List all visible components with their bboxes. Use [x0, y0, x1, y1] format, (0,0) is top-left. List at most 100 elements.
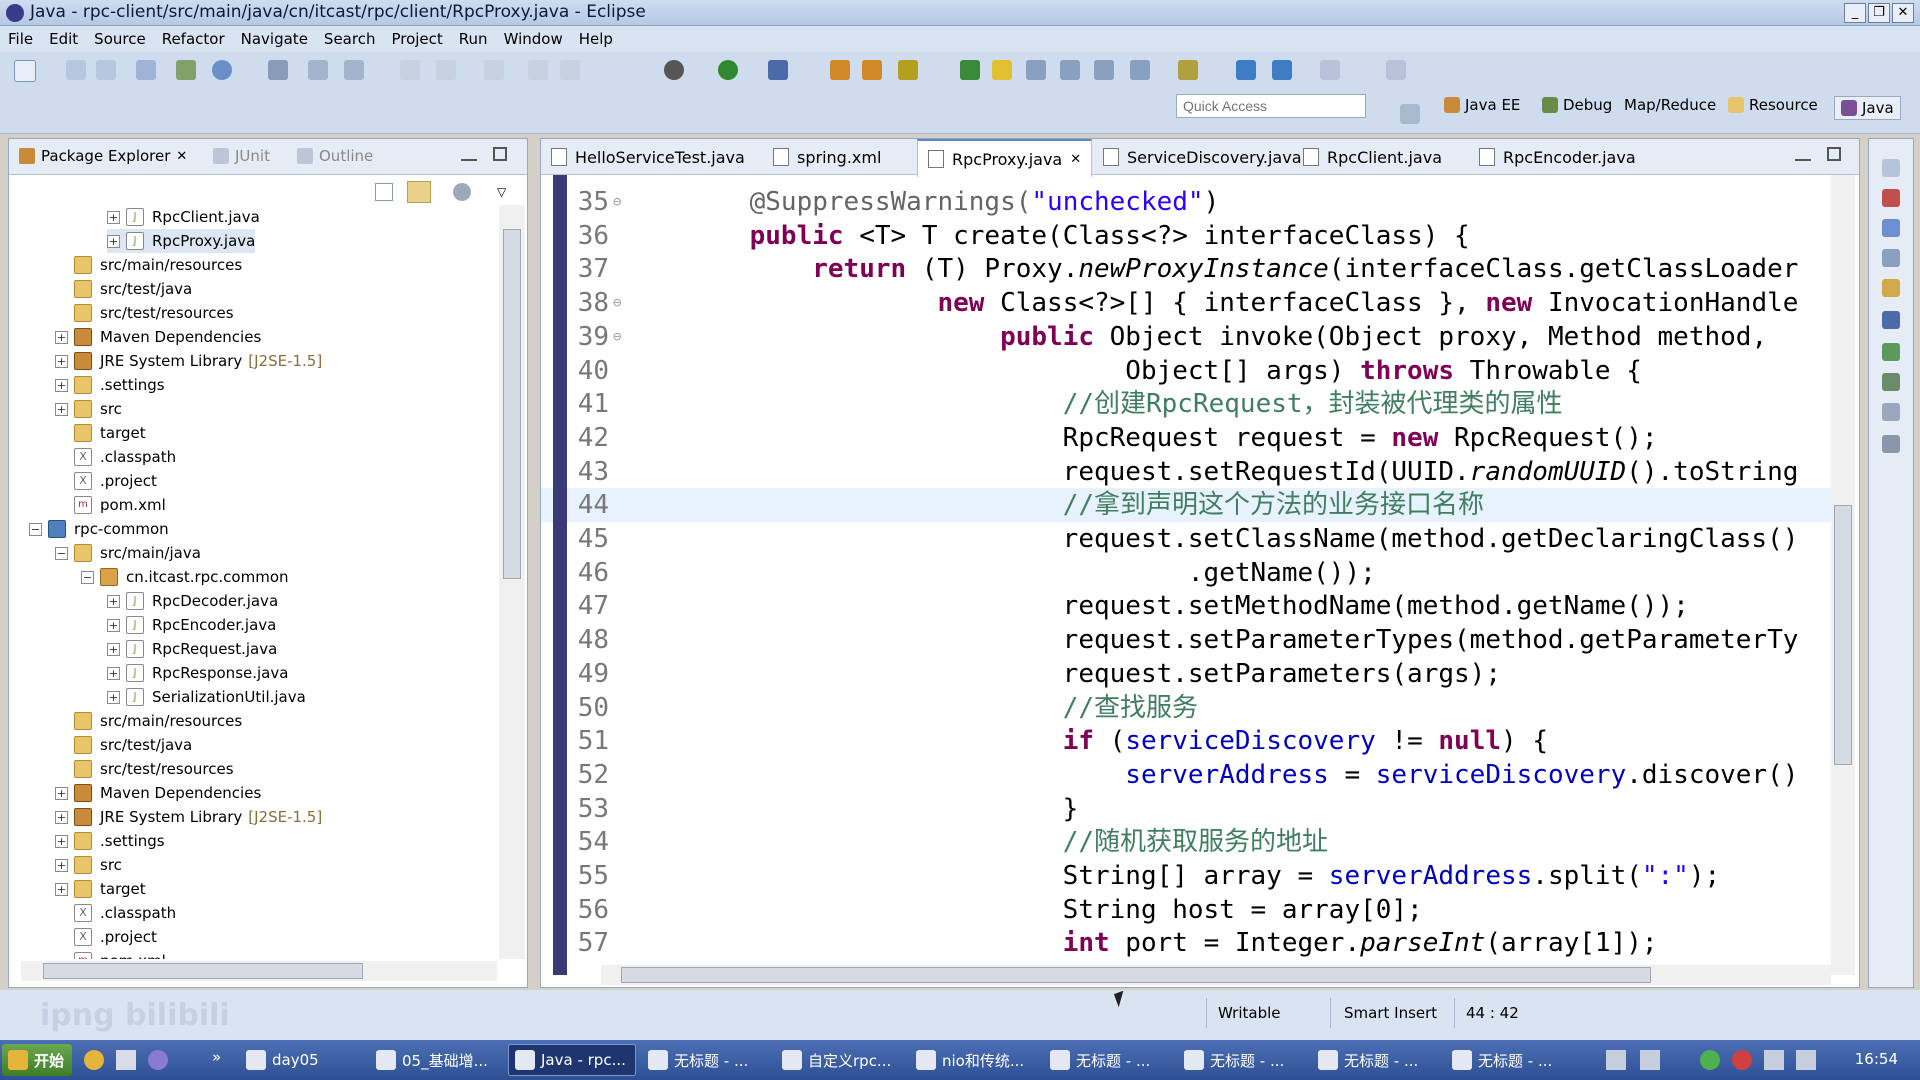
expand-icon[interactable]: +	[107, 234, 120, 248]
editor-tab[interactable]: spring.xml	[763, 139, 891, 175]
taskbar-item[interactable]: 无标题 - ...	[1178, 1044, 1306, 1076]
map-reduce-icon[interactable]	[1882, 435, 1900, 453]
expand-icon[interactable]: +	[55, 330, 68, 344]
link-editor-icon[interactable]	[407, 181, 431, 203]
save-all-icon[interactable]	[96, 60, 116, 80]
skip-breakpoints-icon[interactable]	[268, 60, 288, 80]
format-icon[interactable]	[308, 60, 328, 80]
taskbar-item[interactable]: 自定义rpc...	[776, 1044, 904, 1076]
tree-item[interactable]: + src	[55, 397, 122, 421]
code-line[interactable]: 52 serverAddress = serviceDiscovery.disc…	[541, 758, 1831, 792]
fold-toggle-icon[interactable]: ⊖	[613, 286, 621, 320]
tree-item[interactable]: src/main/resources	[55, 253, 242, 277]
tree-item[interactable]: X .classpath	[55, 445, 176, 469]
tree-item[interactable]: m pom.xml	[55, 493, 166, 517]
mark-icon[interactable]	[344, 60, 364, 80]
code-line[interactable]: 57 int port = Integer.parseInt(array[1])…	[541, 926, 1831, 960]
pin-icon[interactable]	[1386, 60, 1406, 80]
menu-window[interactable]: Window	[496, 26, 571, 52]
taskbar-item[interactable]: 无标题 - ...	[642, 1044, 770, 1076]
forward-icon[interactable]	[1320, 60, 1340, 80]
last-edit-icon[interactable]	[1178, 60, 1198, 80]
close-icon[interactable]: ✕	[1070, 152, 1081, 167]
code-line[interactable]: 51 if (serviceDiscovery != null) {	[541, 724, 1831, 758]
tree-item[interactable]: X .project	[55, 469, 157, 493]
expand-icon[interactable]: +	[55, 858, 68, 872]
expand-icon[interactable]: +	[107, 642, 120, 656]
tree-item[interactable]: + J RpcDecoder.java	[107, 589, 278, 613]
block-icon[interactable]	[1060, 60, 1080, 80]
declaration-icon[interactable]	[1882, 249, 1900, 267]
tree-item[interactable]: X .project	[55, 925, 157, 949]
editor-tab[interactable]: HelloServiceTest.java	[541, 139, 755, 175]
code-line[interactable]: 49 request.setParameters(args);	[541, 657, 1831, 691]
code-editor[interactable]: 35 ⊖ @SuppressWarnings("unchecked") 36 pub…	[541, 175, 1831, 975]
tree-item[interactable]: src/test/java	[55, 277, 192, 301]
code-line[interactable]: 44 //拿到声明这个方法的业务接口名称	[541, 488, 1831, 523]
redo-icon[interactable]	[436, 60, 456, 80]
quick-launch-icon[interactable]	[84, 1050, 104, 1070]
code-line[interactable]: 41 //创建RpcRequest，封装被代理类的属性	[541, 387, 1831, 421]
tree-item[interactable]: + target	[55, 877, 146, 901]
minimize-view-icon[interactable]	[461, 147, 477, 161]
media-icon[interactable]	[148, 1050, 168, 1070]
editor-tab[interactable]: RpcClient.java	[1293, 139, 1452, 175]
expand-icon[interactable]: +	[55, 810, 68, 824]
open-task-icon[interactable]	[862, 60, 882, 80]
editor-vscrollbar[interactable]	[1831, 175, 1855, 975]
code-line[interactable]: 54 //随机获取服务的地址	[541, 825, 1831, 859]
collapse-icon[interactable]: −	[29, 522, 42, 536]
taskbar-item[interactable]: Java - rpc...	[508, 1044, 636, 1076]
print-icon[interactable]	[136, 60, 156, 80]
open-type-icon[interactable]	[830, 60, 850, 80]
editor-hscroll-thumb[interactable]	[621, 967, 1651, 983]
editor-tab[interactable]: RpcEncoder.java	[1469, 139, 1646, 175]
code-line[interactable]: 55 String[] array = serverAddress.split(…	[541, 859, 1831, 893]
tree-item[interactable]: + J RpcClient.java	[107, 205, 260, 229]
tree-item[interactable]: + .settings	[55, 829, 165, 853]
external-tools-icon[interactable]	[768, 60, 788, 80]
perspective-java-ee[interactable]: Java EE	[1444, 96, 1520, 114]
fold-toggle-icon[interactable]: ⊖	[613, 185, 621, 219]
code-line[interactable]: 46 .getName());	[541, 556, 1831, 590]
collapse-icon[interactable]: −	[81, 570, 94, 584]
expand-icon[interactable]: +	[55, 354, 68, 368]
terminate-icon[interactable]	[560, 60, 580, 80]
hscroll-thumb[interactable]	[43, 963, 363, 979]
expand-icon[interactable]: +	[107, 594, 120, 608]
code-line[interactable]: 48 request.setParameterTypes(method.getP…	[541, 623, 1831, 657]
tree-item[interactable]: + .settings	[55, 373, 165, 397]
menu-search[interactable]: Search	[316, 26, 384, 52]
tab-outline[interactable]: Outline	[297, 147, 373, 165]
tree-item[interactable]: + JRE System Library [J2SE-1.5]	[55, 805, 322, 829]
editor-scroll-thumb[interactable]	[1834, 505, 1852, 765]
menu-navigate[interactable]: Navigate	[233, 26, 316, 52]
new-icon[interactable]	[14, 60, 36, 82]
menu-run[interactable]: Run	[451, 26, 496, 52]
tree-item[interactable]: target	[55, 421, 146, 445]
collapse-all-icon[interactable]	[375, 183, 393, 201]
menu-file[interactable]: File	[0, 26, 41, 52]
tree-item[interactable]: − src/main/java	[55, 541, 201, 565]
code-line[interactable]: 56 String host = array[0];	[541, 893, 1831, 927]
tree-item[interactable]: + J RpcProxy.java	[107, 229, 256, 253]
expand-icon[interactable]: +	[55, 786, 68, 800]
code-line[interactable]: 42 RpcRequest request = new RpcRequest()…	[541, 421, 1831, 455]
code-line[interactable]: 43 request.setRequestId(UUID.randomUUID(…	[541, 455, 1831, 489]
restore-button[interactable]: ❐	[1868, 3, 1890, 23]
search-icon[interactable]	[898, 60, 918, 80]
problems-icon[interactable]	[1882, 189, 1900, 207]
undo-icon[interactable]	[400, 60, 420, 80]
open-perspective-icon[interactable]	[1400, 104, 1420, 124]
server-icon[interactable]	[176, 60, 196, 80]
refresh-icon[interactable]	[212, 60, 232, 80]
tree-item[interactable]: src/test/resources	[55, 301, 234, 325]
perspective-resource[interactable]: Resource	[1728, 96, 1818, 114]
tree-item[interactable]: − rpc-common	[29, 517, 169, 541]
tray-network-icon[interactable]	[1606, 1050, 1626, 1070]
tree-item[interactable]: src/test/java	[55, 733, 192, 757]
expand-icon[interactable]: +	[107, 666, 120, 680]
tree-item[interactable]: + J RpcResponse.java	[107, 661, 288, 685]
taskbar-item[interactable]: 无标题 - ...	[1446, 1044, 1574, 1076]
expand-icon[interactable]: +	[55, 882, 68, 896]
